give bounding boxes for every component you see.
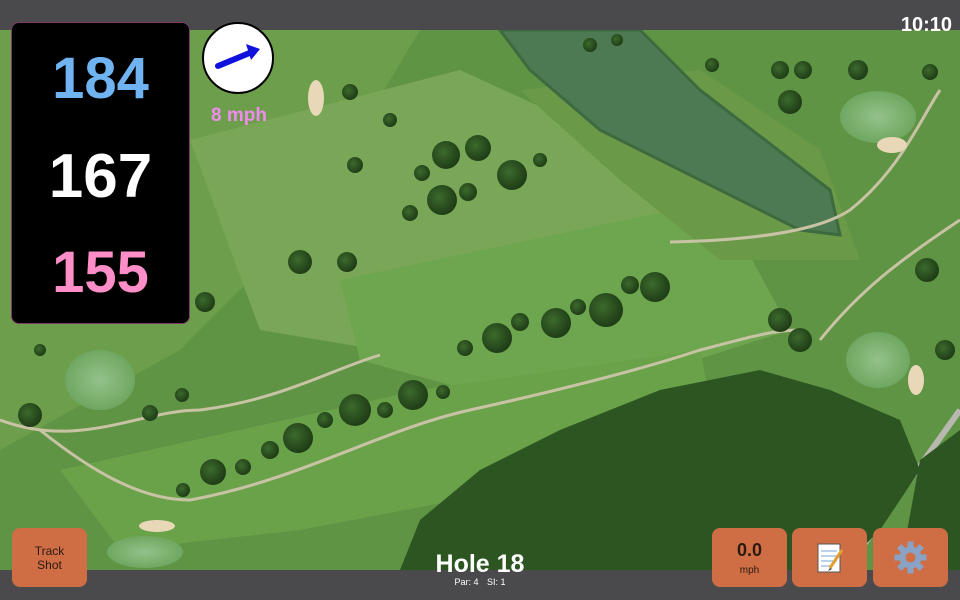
hole-meta: Par: 4 SI: 1: [380, 577, 580, 587]
track-shot-button[interactable]: Track Shot: [12, 528, 87, 587]
par-label: Par: 4: [454, 577, 479, 587]
distance-panel[interactable]: 184 167 155: [11, 22, 190, 324]
green: [846, 332, 910, 388]
track-shot-label: Track Shot: [34, 544, 65, 572]
bunker: [308, 80, 324, 116]
speed-unit: mph: [739, 565, 760, 576]
gear-icon: [894, 541, 927, 574]
bunker: [877, 137, 907, 153]
hole-title: Hole 18: [435, 550, 525, 578]
settings-button[interactable]: [873, 528, 948, 587]
distance-front: 155: [52, 240, 149, 305]
distance-middle: 167: [48, 142, 153, 211]
stroke-index-label: SI: 1: [487, 577, 506, 587]
distance-back: 184: [52, 46, 149, 111]
speed-value: 0.0: [736, 540, 763, 560]
green: [107, 536, 183, 568]
wind-speed-label: 8 mph: [211, 105, 267, 126]
bunker: [908, 365, 924, 395]
green: [840, 91, 916, 143]
bunker: [139, 520, 175, 532]
speed-button[interactable]: 0.0 mph: [712, 528, 787, 587]
arrow-icon: [215, 44, 260, 69]
green: [65, 350, 135, 410]
notepad-icon: [817, 543, 844, 573]
wind-indicator[interactable]: [202, 22, 274, 94]
notes-button[interactable]: [792, 528, 867, 587]
status-clock: 10:10: [900, 14, 952, 36]
